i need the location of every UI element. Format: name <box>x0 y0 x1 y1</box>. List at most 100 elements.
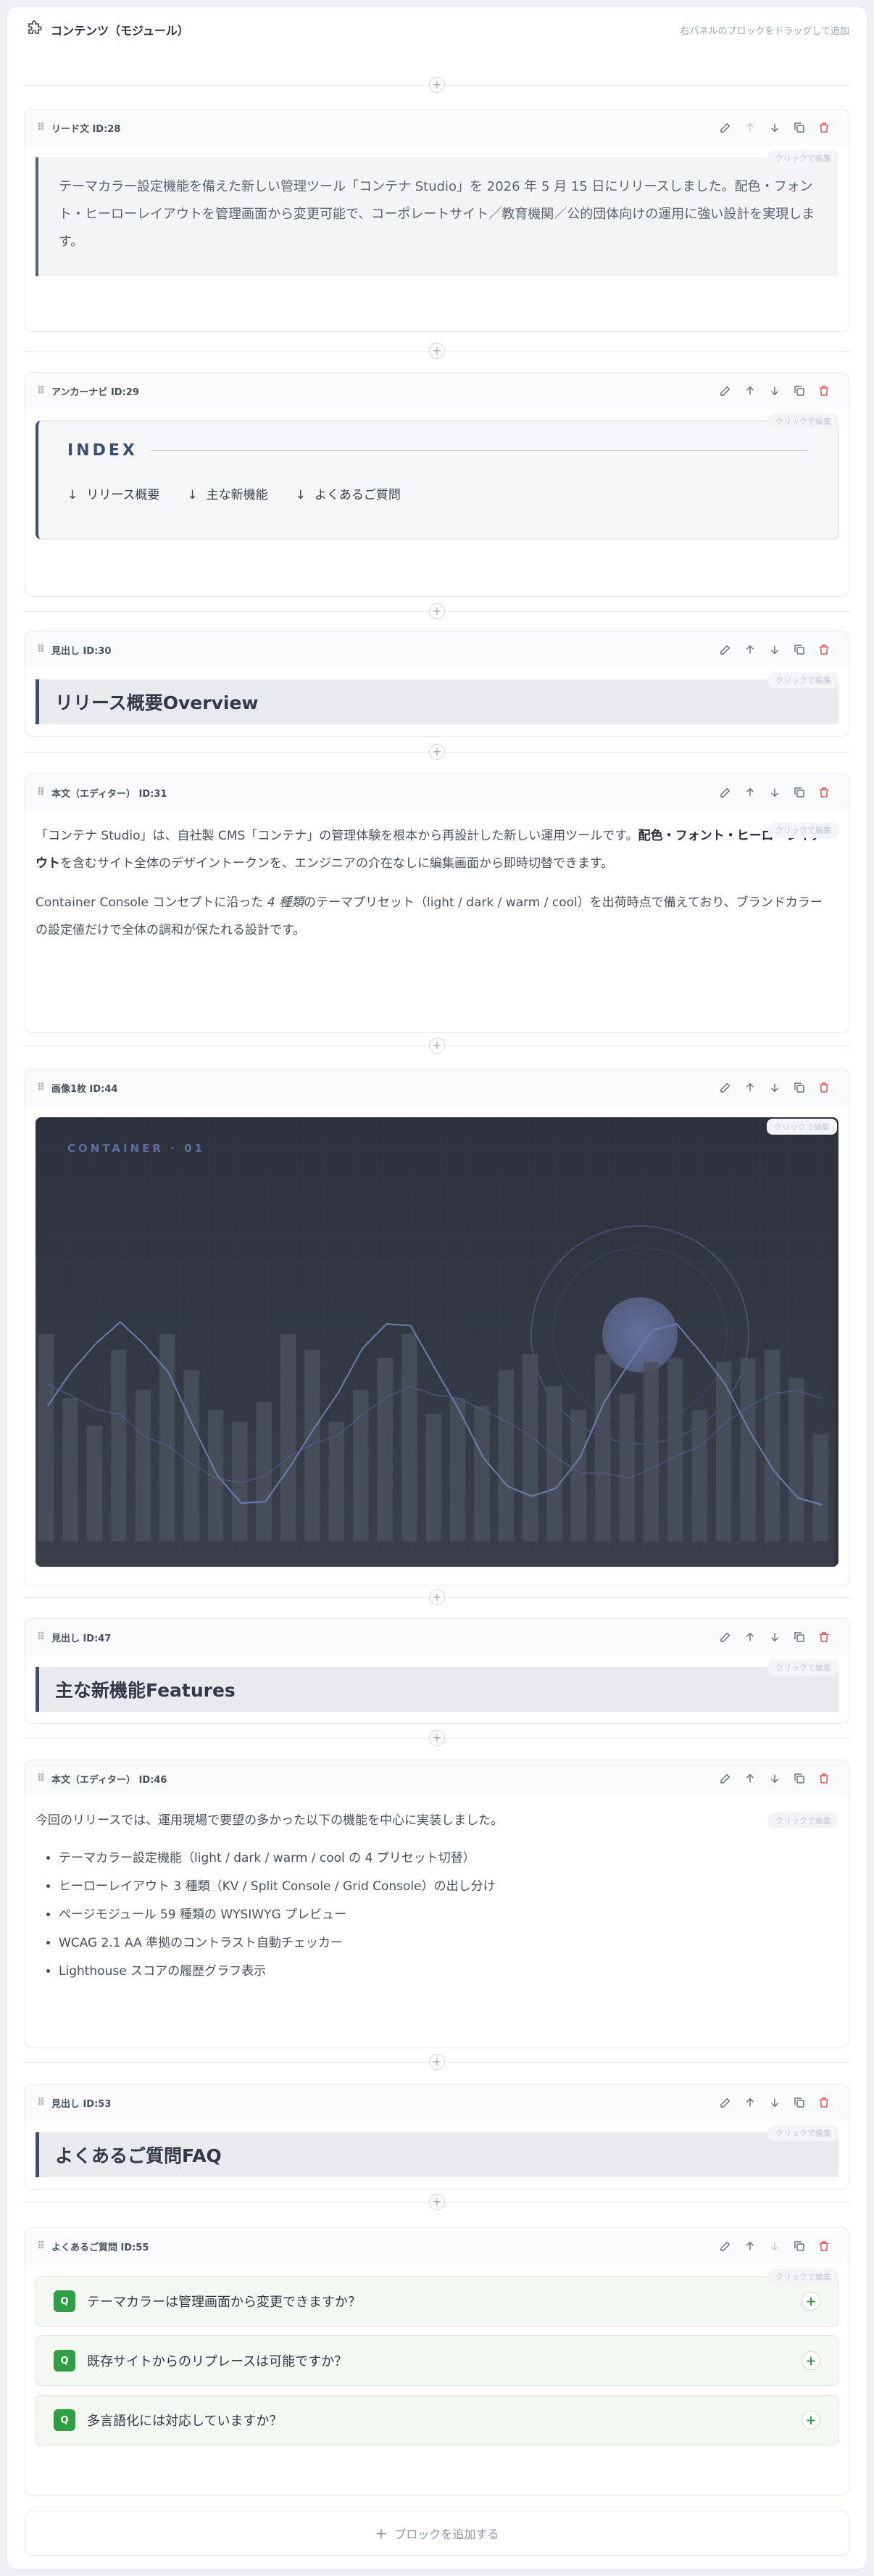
edit-icon[interactable] <box>718 785 733 800</box>
section-heading[interactable]: リリース概要Overview <box>36 679 838 724</box>
duplicate-icon[interactable] <box>792 2239 807 2253</box>
expand-plus-icon[interactable]: + <box>802 2411 820 2430</box>
faq-item[interactable]: Q 既存サイトからのリプレースは可能ですか？ + <box>36 2335 838 2386</box>
move-down-icon[interactable] <box>767 384 782 398</box>
plus-icon[interactable]: + <box>429 2054 445 2070</box>
block-body-editor[interactable]: ⠿ 本文（エディター） ID:46 クリックで編集 今回のリリースでは、運用現場で… <box>25 1760 849 2048</box>
delete-icon[interactable] <box>817 384 831 398</box>
illustration-bar <box>135 1390 151 1541</box>
insert-divider[interactable]: + <box>25 74 849 96</box>
plus-icon[interactable]: + <box>429 1730 445 1746</box>
block-anchor-nav[interactable]: ⠿ アンカーナビ ID:29 クリックで編集 INDEX ↓ リリース概要 ↓ 主な新… <box>25 372 849 597</box>
move-down-icon[interactable] <box>767 785 782 800</box>
edit-icon[interactable] <box>718 384 733 398</box>
duplicate-icon[interactable] <box>792 642 807 657</box>
drag-handle-icon[interactable]: ⠿ <box>37 644 45 655</box>
insert-divider[interactable]: + <box>25 1035 849 1056</box>
delete-icon[interactable] <box>817 120 831 135</box>
plus-icon[interactable]: + <box>429 343 445 359</box>
move-down-icon[interactable] <box>767 2095 782 2110</box>
delete-icon[interactable] <box>817 1630 831 1644</box>
faq-item[interactable]: Q テーマカラーは管理画面から変更できますか？ + <box>36 2276 838 2327</box>
rich-text-body[interactable]: 「コンテナ Studio」は、自社製 CMS「コンテナ」の管理体験を根本から再設… <box>25 822 849 944</box>
duplicate-icon[interactable] <box>792 120 807 135</box>
plus-icon[interactable]: + <box>429 744 445 760</box>
plus-icon[interactable]: + <box>429 77 445 93</box>
block-lead[interactable]: ⠿ リード文 ID:28 クリックで編集 テーマカラー設定機能を備えた新しい管理ツ… <box>25 109 849 332</box>
anchor-link[interactable]: ↓ 主な新機能 <box>187 484 267 502</box>
move-up-icon[interactable] <box>743 1630 757 1644</box>
move-up-icon[interactable] <box>743 1080 757 1095</box>
delete-icon[interactable] <box>817 785 831 800</box>
insert-divider[interactable]: + <box>25 1586 849 1608</box>
block-body-editor[interactable]: ⠿ 本文（エディター） ID:31 クリックで編集 「コンテナ Studio」は、… <box>25 774 849 1033</box>
delete-icon[interactable] <box>817 1771 831 1786</box>
add-block-button[interactable]: + ブロックを追加する <box>25 2511 849 2556</box>
rich-text-body[interactable]: 今回のリリースでは、運用現場で要望の多かった以下の機能を中心に実装しました。 テ… <box>25 1807 849 1986</box>
move-down-icon[interactable] <box>767 1080 782 1095</box>
duplicate-icon[interactable] <box>792 1080 807 1095</box>
edit-icon[interactable] <box>718 642 733 657</box>
section-heading[interactable]: よくあるご質問FAQ <box>36 2132 838 2177</box>
plus-icon[interactable]: + <box>429 2194 445 2210</box>
drag-handle-icon[interactable]: ⠿ <box>37 1773 45 1784</box>
expand-plus-icon[interactable]: + <box>802 2292 820 2311</box>
move-down-icon[interactable] <box>767 1630 782 1644</box>
drag-handle-icon[interactable]: ⠿ <box>37 122 45 133</box>
delete-icon[interactable] <box>817 2095 831 2110</box>
drag-handle-icon[interactable]: ⠿ <box>37 787 45 798</box>
duplicate-icon[interactable] <box>792 384 807 398</box>
section-heading[interactable]: 主な新機能Features <box>36 1667 838 1712</box>
block-heading[interactable]: ⠿ 見出し ID:30 クリックで編集 リリース概要Overview <box>25 631 849 737</box>
move-up-icon[interactable] <box>743 2239 757 2253</box>
move-up-icon[interactable] <box>743 384 757 398</box>
edit-icon[interactable] <box>718 1771 733 1786</box>
lead-text[interactable]: テーマカラー設定機能を備えた新しい管理ツール「コンテナ Studio」を 202… <box>36 157 838 276</box>
insert-divider[interactable]: + <box>25 2051 849 2073</box>
delete-icon[interactable] <box>817 642 831 657</box>
move-down-icon[interactable] <box>767 120 782 135</box>
delete-icon[interactable] <box>817 1080 831 1095</box>
plus-icon[interactable]: + <box>429 603 445 619</box>
insert-divider[interactable]: + <box>25 2191 849 2213</box>
block-heading[interactable]: ⠿ 見出し ID:53 クリックで編集 よくあるご質問FAQ <box>25 2084 849 2190</box>
drag-handle-icon[interactable]: ⠿ <box>37 1082 45 1093</box>
edit-icon[interactable] <box>718 2095 733 2110</box>
move-up-icon[interactable] <box>743 2095 757 2110</box>
move-down-icon[interactable] <box>767 2239 782 2253</box>
insert-divider[interactable]: + <box>25 600 849 622</box>
drag-handle-icon[interactable]: ⠿ <box>37 2240 45 2252</box>
move-up-icon[interactable] <box>743 1771 757 1786</box>
move-down-icon[interactable] <box>767 642 782 657</box>
move-down-icon[interactable] <box>767 1771 782 1786</box>
delete-icon[interactable] <box>817 2239 831 2253</box>
move-up-icon[interactable] <box>743 785 757 800</box>
arrow-down-icon: ↓ <box>187 488 198 502</box>
edit-icon[interactable] <box>718 120 733 135</box>
insert-divider[interactable]: + <box>25 741 849 763</box>
block-faq[interactable]: ⠿ よくあるご質問 ID:55 クリックで編集 Q テーマカラーは管理画面から変更で… <box>25 2227 849 2496</box>
faq-item[interactable]: Q 多言語化には対応していますか？ + <box>36 2395 838 2445</box>
move-up-icon[interactable] <box>743 642 757 657</box>
plus-icon[interactable]: + <box>429 1589 445 1605</box>
duplicate-icon[interactable] <box>792 1630 807 1644</box>
anchor-link[interactable]: ↓ リリース概要 <box>67 484 159 502</box>
duplicate-icon[interactable] <box>792 1771 807 1786</box>
hero-image[interactable]: CONTAINER · 01 クリックで編集 <box>36 1117 838 1567</box>
duplicate-icon[interactable] <box>792 2095 807 2110</box>
edit-icon[interactable] <box>718 2239 733 2253</box>
drag-handle-icon[interactable]: ⠿ <box>37 1631 45 1643</box>
edit-icon[interactable] <box>718 1630 733 1644</box>
block-image[interactable]: ⠿ 画像1枚 ID:44 CONTAINER · 01 クリックで編集 <box>25 1069 849 1586</box>
drag-handle-icon[interactable]: ⠿ <box>37 385 45 397</box>
edit-icon[interactable] <box>718 1080 733 1095</box>
insert-divider[interactable]: + <box>25 340 849 362</box>
move-up-icon[interactable] <box>743 120 757 135</box>
block-heading[interactable]: ⠿ 見出し ID:47 クリックで編集 主な新機能Features <box>25 1618 849 1724</box>
duplicate-icon[interactable] <box>792 785 807 800</box>
drag-handle-icon[interactable]: ⠿ <box>37 2097 45 2108</box>
anchor-link[interactable]: ↓ よくあるご質問 <box>296 484 401 502</box>
insert-divider[interactable]: + <box>25 1727 849 1749</box>
plus-icon[interactable]: + <box>429 1038 445 1053</box>
expand-plus-icon[interactable]: + <box>802 2351 820 2370</box>
